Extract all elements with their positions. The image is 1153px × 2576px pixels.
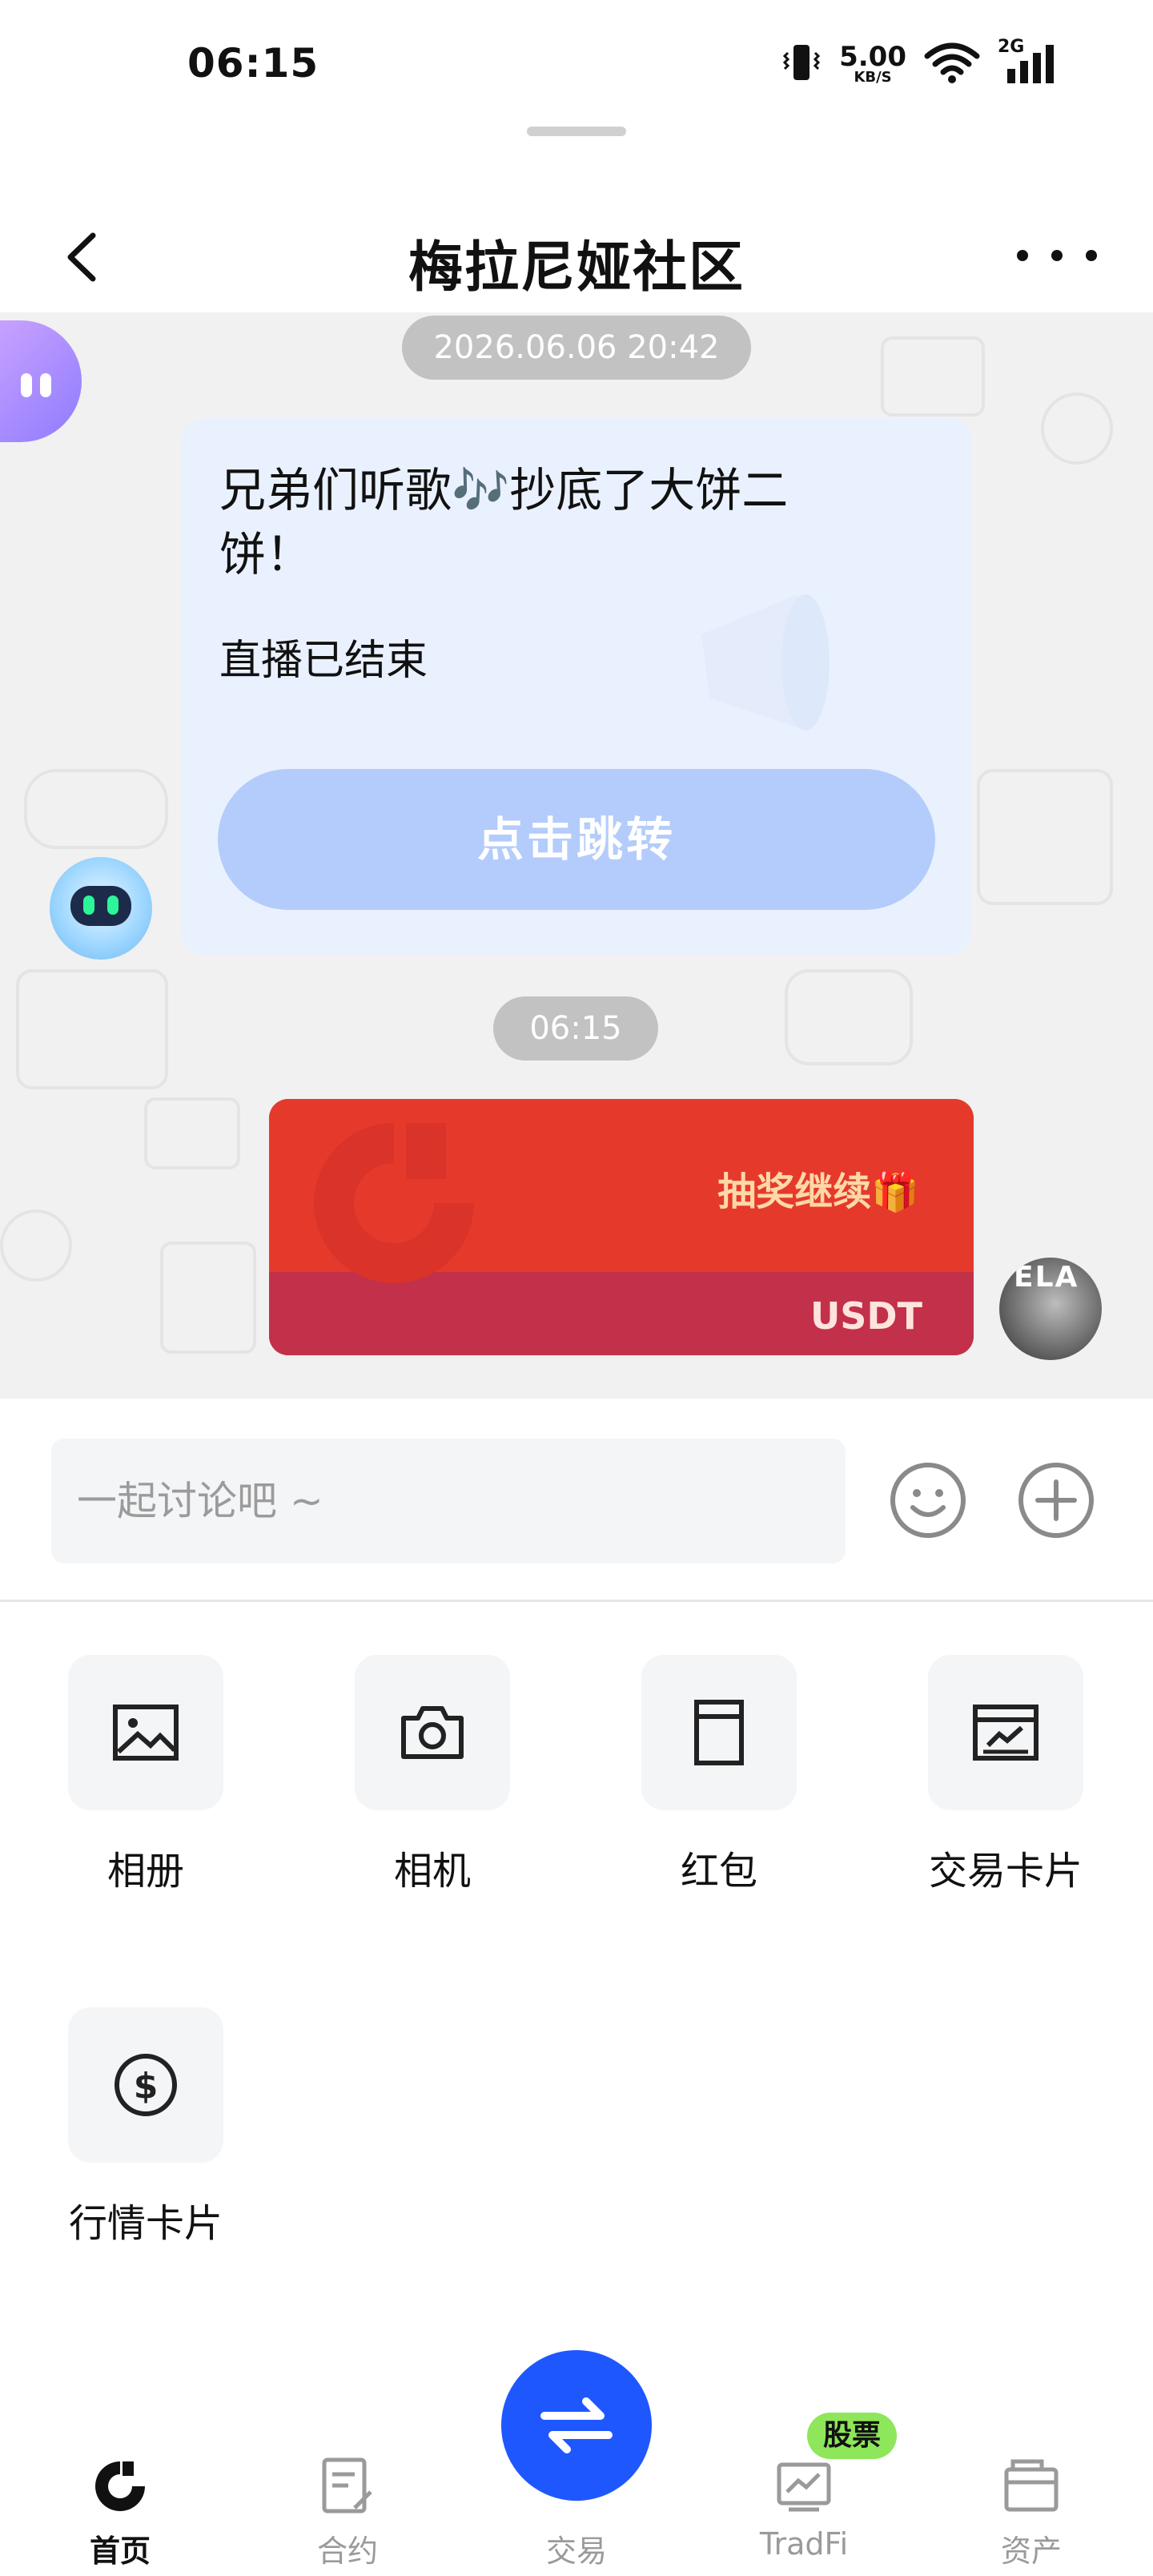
tool-market-card[interactable]: $ 行情卡片: [26, 2007, 266, 2248]
tool-icon-box: [928, 1655, 1083, 1810]
red-packet-coin: USDT: [810, 1294, 922, 1338]
more-button[interactable]: [1017, 227, 1097, 284]
bottom-nav: 首页 合约 交易 TradFi 股票 资产: [0, 2350, 1153, 2576]
bot-eye-icon: [107, 896, 119, 915]
nav-assets[interactable]: 资产: [951, 2454, 1111, 2570]
live-title: 兄弟们听歌🎶抄底了大饼二饼！: [219, 463, 789, 582]
wallet-icon: [999, 2454, 1063, 2518]
red-packet-text: 抽奖继续🎁: [717, 1169, 919, 1214]
bg-doodle: [0, 1210, 72, 1282]
bg-doodle: [24, 769, 168, 849]
tool-label: 交易卡片: [928, 1849, 1083, 1894]
bg-doodle: [16, 969, 168, 1089]
more-dot-icon: [1017, 250, 1028, 261]
swap-icon: [540, 2397, 613, 2453]
bg-doodle: [977, 769, 1113, 905]
tool-label: 行情卡片: [68, 2201, 223, 2246]
tool-label: 相册: [106, 1849, 184, 1894]
net-speed-unit: KB/S: [854, 69, 892, 86]
camera-icon: [401, 1706, 464, 1759]
nav-tradfi[interactable]: TradFi: [724, 2454, 884, 2562]
trade-card-icon: [973, 1705, 1039, 1761]
tool-red-packet[interactable]: 红包: [599, 1655, 839, 1895]
tool-album[interactable]: 相册: [26, 1655, 266, 1895]
more-tools-button[interactable]: [1017, 1461, 1095, 1540]
home-icon: [88, 2454, 152, 2518]
bot-eye-icon: [83, 896, 94, 915]
bg-doodle: [1041, 392, 1113, 465]
megaphone-icon: [701, 594, 830, 731]
status-time: 06:15: [187, 40, 319, 87]
nav-label: 资产: [1000, 2534, 1062, 2569]
nav-label: TradFi: [759, 2526, 849, 2562]
tool-trade-card[interactable]: 交易卡片: [886, 1655, 1126, 1895]
tool-label: 红包: [680, 1849, 757, 1894]
robot-face-icon: [70, 886, 131, 926]
bot-eye-icon: [21, 373, 32, 397]
more-dot-icon: [1086, 250, 1097, 261]
page-title: 梅拉尼娅社区: [408, 236, 745, 300]
tool-icon-box: [68, 1655, 223, 1810]
emoji-button[interactable]: [889, 1461, 967, 1540]
wifi-icon: [924, 42, 980, 87]
tool-icon-box: [641, 1655, 797, 1810]
red-packet-icon: [694, 1700, 744, 1765]
status-icons: 5.00 KB/S 2G: [781, 37, 1059, 87]
vibrate-icon: [781, 42, 822, 87]
live-status: 直播已结束: [219, 637, 428, 685]
nav-contract[interactable]: 合约: [267, 2454, 428, 2570]
exchange-logo-icon: [314, 1123, 474, 1283]
nav-label: 首页: [89, 2534, 151, 2569]
bg-doodle: [144, 1097, 240, 1169]
bot-avatar[interactable]: [50, 857, 152, 960]
smiley-icon: [890, 1463, 966, 1538]
jump-button[interactable]: 点击跳转: [218, 769, 935, 910]
market-card-icon: $: [114, 2054, 177, 2116]
input-bar: 一起讨论吧 ~: [0, 1399, 1153, 1602]
signal-icon: 2G: [998, 37, 1059, 87]
avatar-text: ELA: [1014, 1261, 1079, 1294]
message-timestamp: 06:15: [493, 996, 658, 1061]
tradfi-icon: [772, 2454, 836, 2518]
sheet-handle[interactable]: [527, 127, 626, 136]
nav-label: 交易: [545, 2534, 607, 2569]
svg-text:$: $: [134, 2066, 159, 2107]
nav-label: 合约: [316, 2534, 378, 2569]
header: 梅拉尼娅社区: [0, 205, 1153, 309]
net-speed: 5.00 KB/S: [839, 43, 906, 85]
tradfi-badge: 股票: [807, 2413, 898, 2459]
tool-label: 相机: [393, 1849, 471, 1894]
tool-icon-box: $: [68, 2007, 223, 2163]
nav-home[interactable]: 首页: [40, 2454, 200, 2570]
live-message-card[interactable]: 兄弟们听歌🎶抄底了大饼二饼！ 直播已结束 点击跳转: [181, 418, 972, 955]
bg-doodle: [785, 969, 913, 1065]
image-icon: [113, 1705, 179, 1761]
chat-area[interactable]: 2026.06.06 20:42 兄弟们听歌🎶抄底了大饼二饼！ 直播已结束 点击…: [0, 312, 1153, 1399]
bot-eye-icon: [40, 373, 51, 397]
user-avatar[interactable]: ELA: [999, 1258, 1102, 1360]
red-packet-message[interactable]: 抽奖继续🎁 USDT: [269, 1099, 974, 1355]
contract-icon: [315, 2454, 380, 2518]
tool-icon-box: [355, 1655, 510, 1810]
net-speed-value: 5.00: [839, 41, 906, 73]
bg-doodle: [160, 1242, 256, 1354]
bot-avatar[interactable]: [0, 320, 82, 442]
tool-camera[interactable]: 相机: [312, 1655, 552, 1895]
bg-doodle: [881, 336, 985, 417]
status-bar: 06:15 5.00 KB/S 2G: [0, 0, 1153, 112]
nav-trade[interactable]: 交易: [496, 2454, 657, 2570]
plus-circle-icon: [1018, 1463, 1094, 1538]
more-dot-icon: [1051, 250, 1063, 261]
message-timestamp: 2026.06.06 20:42: [402, 316, 751, 380]
message-input[interactable]: 一起讨论吧 ~: [51, 1439, 846, 1564]
